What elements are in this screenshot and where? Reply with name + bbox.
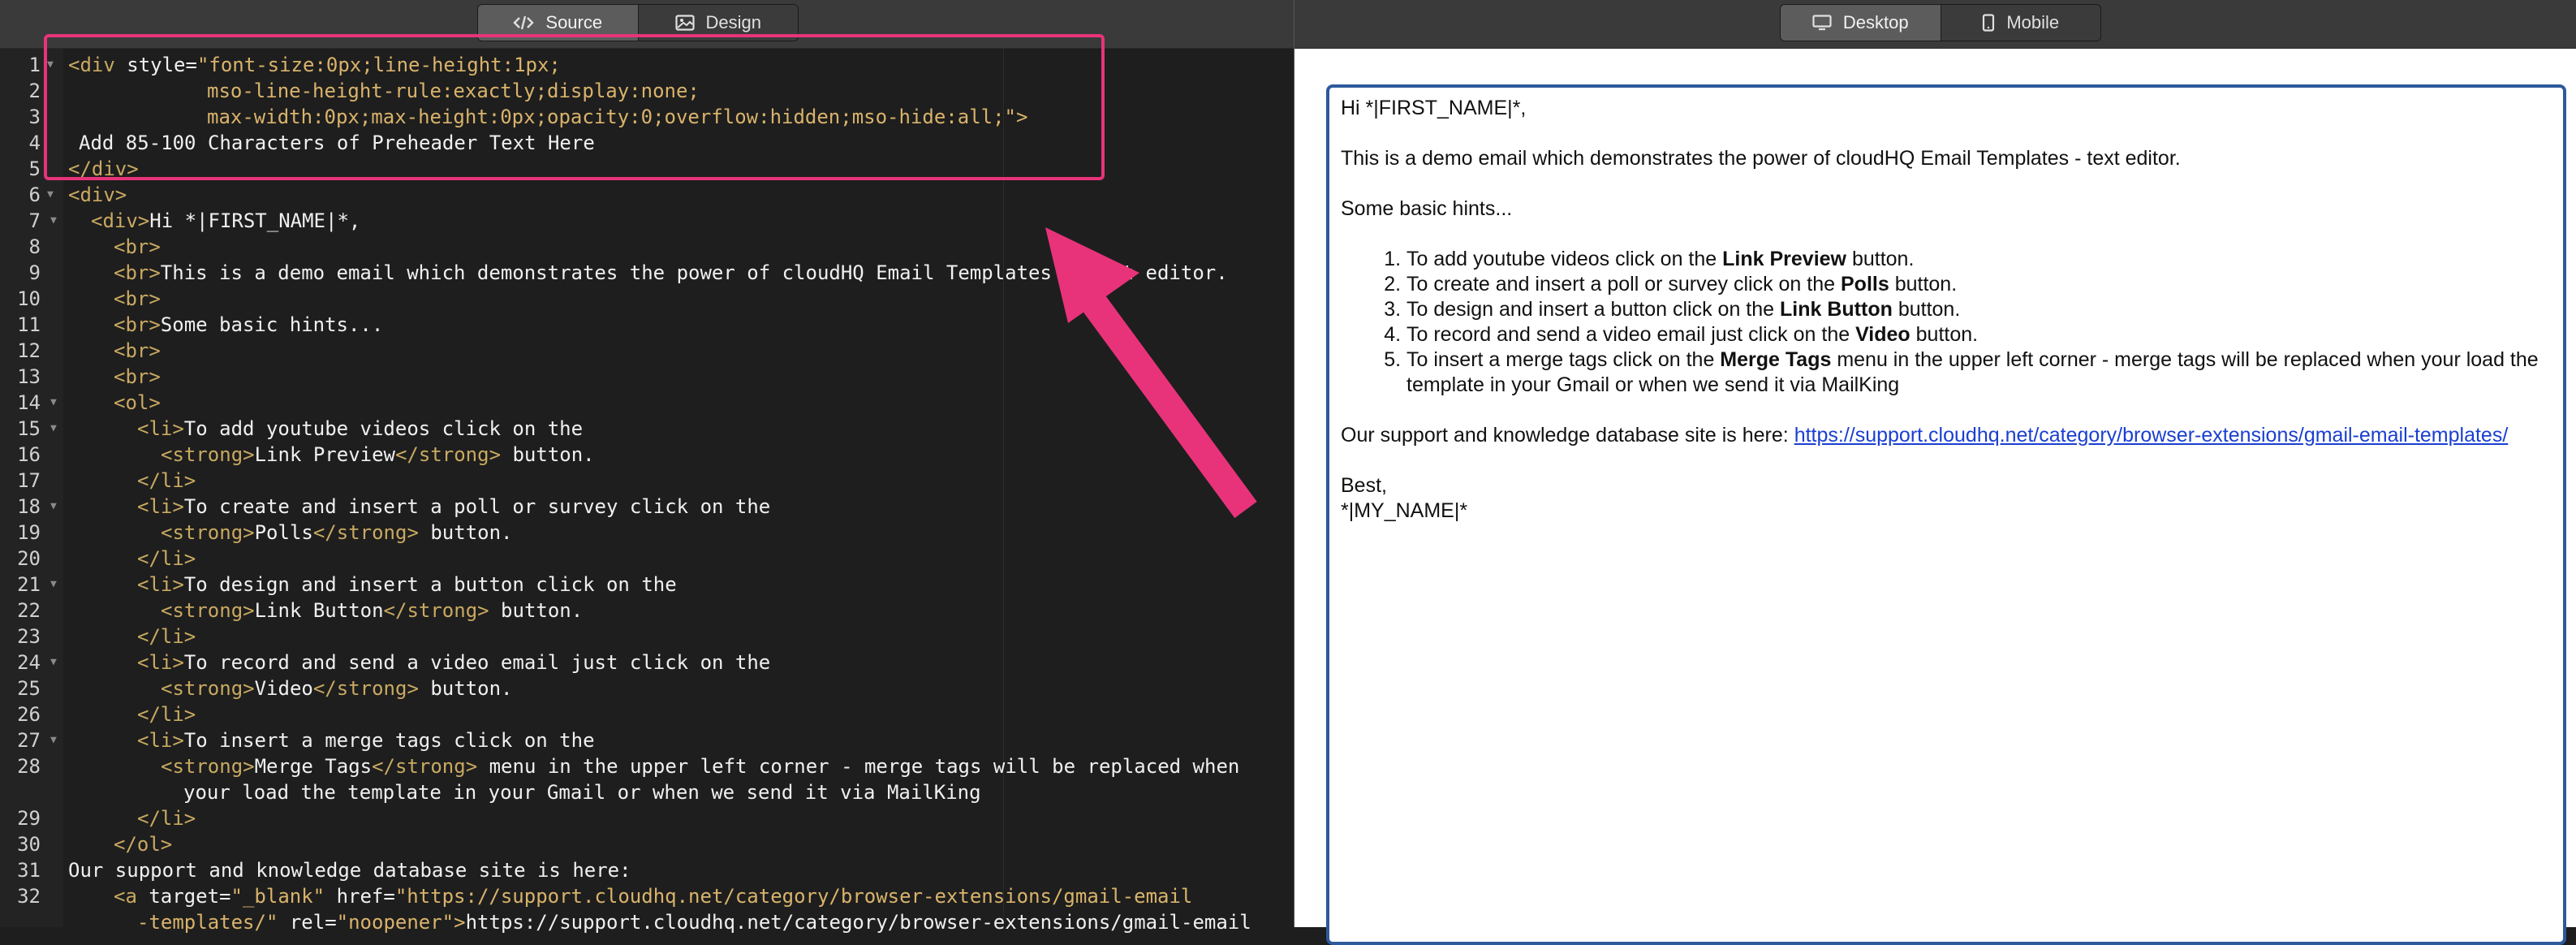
support-link[interactable]: https://support.cloudhq.net/category/bro… <box>1794 424 2509 447</box>
code-line: 7 ▼ <div>Hi *|FIRST_NAME|*, <box>28 209 361 232</box>
preview-pane: Desktop Mobile Hi *|FIRST_NAME|*, This i… <box>1294 0 2576 945</box>
code-line: 21 ▼ <li>To design and insert a button cli… <box>17 573 677 596</box>
intro-text: This is a demo email which demonstrates … <box>1341 147 2181 170</box>
source-pane: Source Design 1 ▼ <div style="font-size:0p… <box>0 0 1294 934</box>
design-tab-label: Design <box>705 12 761 32</box>
code-line: 15 ▼ <li>To add youtube videos click on th… <box>17 417 584 440</box>
code-line-wrap: -templates/" rel="noopener">https://supp… <box>137 911 1251 934</box>
signature: *|MY_NAME|* <box>1341 499 1468 522</box>
code-line: 24 ▼ <li>To record and send a video email … <box>17 651 771 674</box>
signoff: Best, <box>1341 474 1387 497</box>
code-line: 14 ▼ <ol> <box>17 391 161 414</box>
code-icon <box>513 15 535 31</box>
hints-heading: Some basic hints... <box>1341 197 1513 220</box>
support-paragraph: Our support and knowledge database site … <box>1341 424 2509 447</box>
mobile-tab-label: Mobile <box>2006 12 2060 32</box>
code-line: 18 ▼ <li>To create and insert a poll or su… <box>17 495 771 518</box>
code-line: 22 <strong>Link Button</strong> button. <box>17 599 584 622</box>
code-line: 13 <br> <box>17 365 161 388</box>
mobile-tab[interactable]: Mobile <box>1940 5 2100 41</box>
code-line: 23 </li> <box>17 625 196 648</box>
code-line: 10 <br> <box>17 287 161 310</box>
code-line: 29 </li> <box>17 807 196 830</box>
code-line: 30 </ol> <box>17 833 173 856</box>
preview-toolbar: Desktop Mobile <box>1294 0 2576 49</box>
desktop-icon <box>1812 15 1832 31</box>
hints-list: To add youtube videos click on the Link … <box>1341 247 2550 398</box>
source-tab-label: Source <box>545 12 603 32</box>
code-line: 17 </li> <box>17 469 196 492</box>
email-body: Hi *|FIRST_NAME|*, This is a demo email … <box>1341 96 2550 524</box>
code-lines: 1 ▼ <div style="font-size:0px;line-height:… <box>0 52 1294 935</box>
list-item: To insert a merge tags click on the Merg… <box>1406 347 2550 398</box>
code-line: 28 <strong>Merge Tags</strong> menu in th… <box>17 755 1240 778</box>
greeting: Hi *|FIRST_NAME|*, <box>1341 97 1527 119</box>
code-line: 19 <strong>Polls</strong> button. <box>17 521 513 544</box>
code-line: 27 ▼ <li>To insert a merge tags click on t… <box>17 729 595 752</box>
code-line: 11 <br>Some basic hints... <box>17 313 384 336</box>
code-line: 26 </li> <box>17 703 196 726</box>
list-item: To design and insert a button click on t… <box>1406 297 2550 322</box>
desktop-tab-label: Desktop <box>1842 12 1909 32</box>
mobile-icon <box>1982 14 1995 32</box>
code-line: 6 ▼ <div> <box>28 183 127 206</box>
list-item: To add youtube videos click on the Link … <box>1406 247 2550 272</box>
list-item: To create and insert a poll or survey cl… <box>1406 272 2550 297</box>
image-icon <box>674 15 695 31</box>
code-line: 12 <br> <box>17 339 161 362</box>
list-item: To record and send a video email just cl… <box>1406 322 2550 347</box>
code-line: 25 <strong>Video</strong> button. <box>17 677 513 700</box>
code-line: 20 </li> <box>17 547 196 570</box>
code-line: 16 <strong>Link Preview</strong> button. <box>17 443 595 466</box>
code-line-wrap: your load the template in your Gmail or … <box>183 781 981 804</box>
code-line: 31 Our support and knowledge database sit… <box>17 859 631 882</box>
device-switch: Desktop Mobile <box>1780 4 2101 41</box>
preheader-highlight-box <box>44 34 1105 180</box>
code-line: 32 <a target="_blank" href="https://suppo… <box>17 885 1193 908</box>
code-line: 8 <br> <box>28 235 161 258</box>
desktop-tab[interactable]: Desktop <box>1781 5 1941 41</box>
code-line: 9 <br>This is a demo email which demonstr… <box>28 261 1228 284</box>
